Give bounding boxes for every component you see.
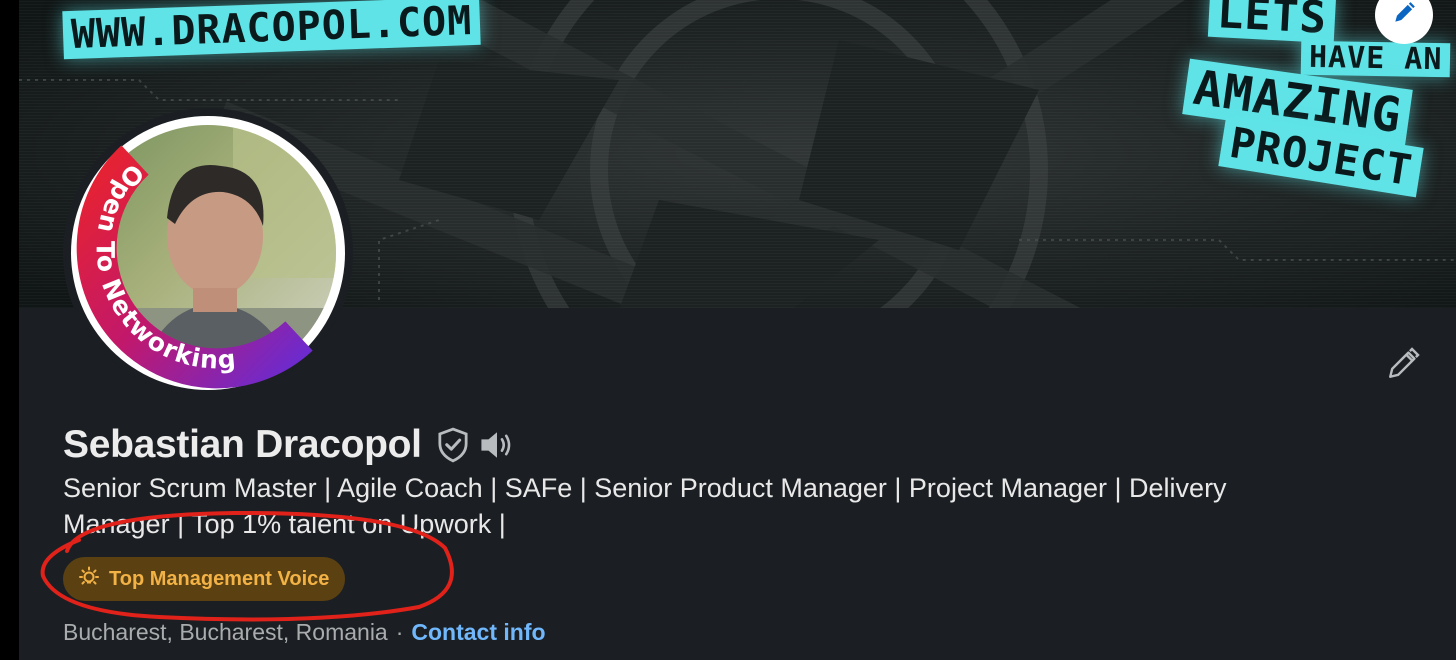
contact-info-link[interactable]: Contact info [411,614,545,650]
speaker-icon[interactable] [478,428,516,462]
name-row: Sebastian Dracopol [63,420,516,470]
profile-name: Sebastian Dracopol [63,423,422,466]
shield-check-icon[interactable] [436,427,470,463]
location-row: Bucharest, Bucharest, Romania · Contact … [63,614,546,650]
pencil-icon [1391,0,1417,31]
left-edge-strip [0,0,19,660]
avatar-graphic: Open To Networking [65,110,351,396]
top-voice-badge[interactable]: Top Management Voice [63,557,346,601]
profile-photo[interactable]: Open To Networking [63,108,353,398]
edit-intro-button[interactable] [1381,344,1425,388]
profile-headline: Senior Scrum Master | Agile Coach | SAFe… [63,473,1227,539]
banner-slogan-line-1: LETS [1207,0,1337,44]
lightbulb-icon [77,565,101,594]
profile-top-card: WWW.DRACOPOL.COM LETS HAVE AN AMAZING PR… [19,0,1456,660]
separator-dot: · [395,619,404,645]
profile-location: Bucharest, Bucharest, Romania [63,619,388,645]
banner-slogan-line-2: HAVE AN [1300,40,1451,78]
pencil-icon [1385,346,1421,387]
badge-label: Top Management Voice [109,567,330,590]
